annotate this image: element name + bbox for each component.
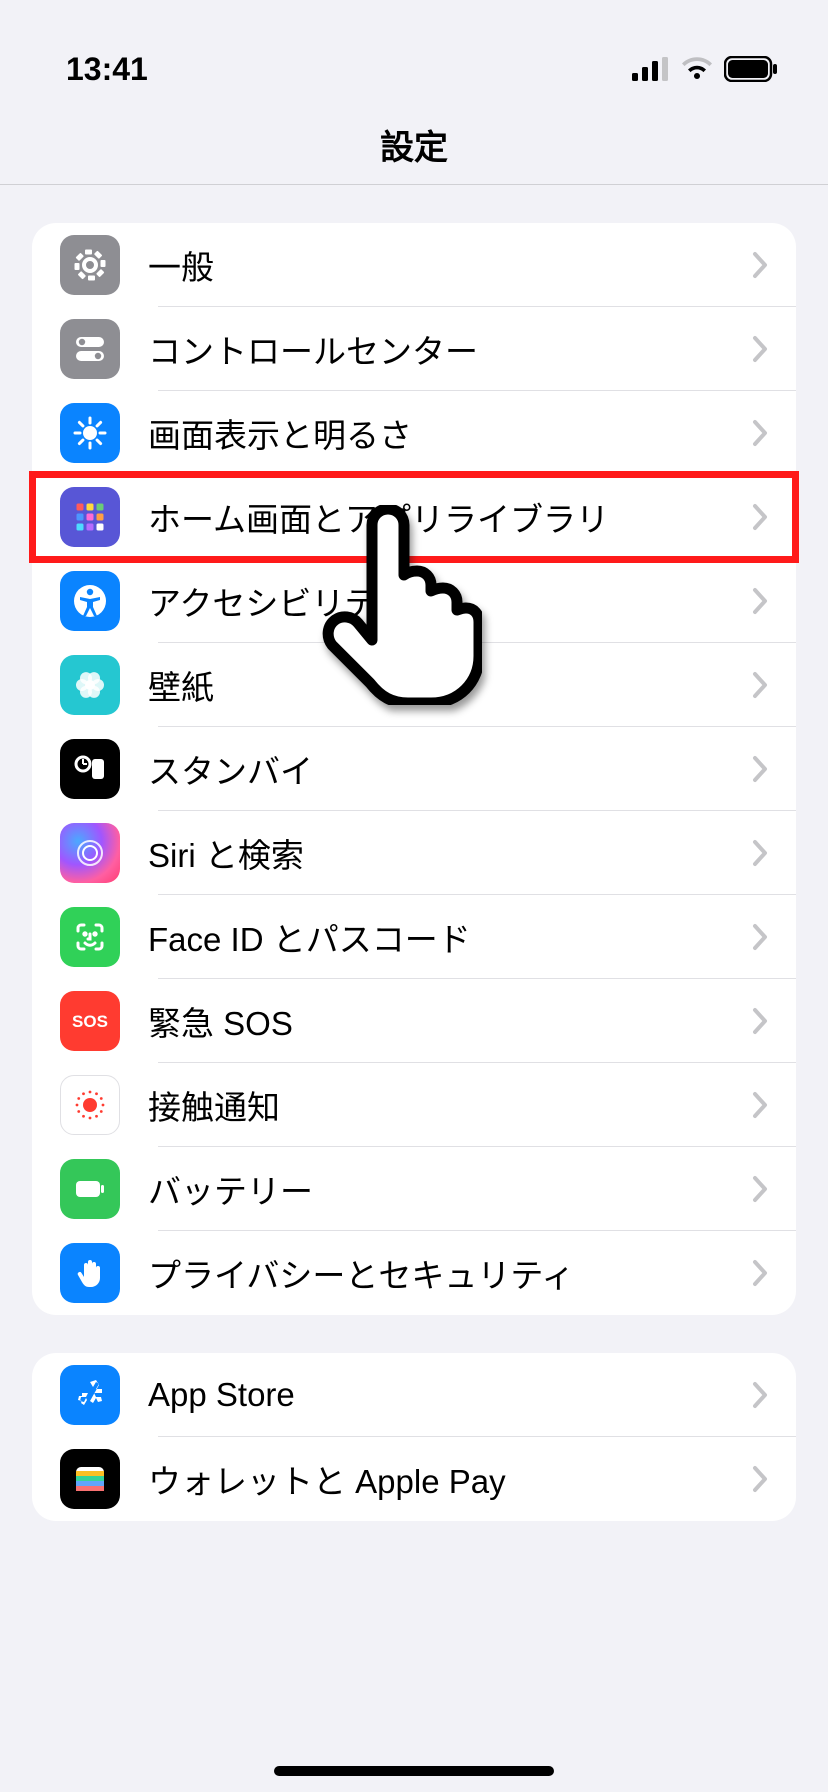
chevron-right-icon [752,251,768,279]
switches-icon [60,319,120,379]
chevron-right-icon [752,503,768,531]
apps-grid-icon [60,487,120,547]
settings-row-general[interactable]: 一般 [32,223,796,307]
settings-group: App Store ウォレットと Apple Pay [32,1353,796,1521]
settings-row-wallet-pay[interactable]: ウォレットと Apple Pay [32,1437,796,1521]
chevron-right-icon [752,839,768,867]
siri-icon [60,823,120,883]
row-label: Siri と検索 [148,829,752,877]
settings-row-control-center[interactable]: コントロールセンター [32,307,796,391]
nav-header: 設定 [0,104,828,185]
page-title: 設定 [380,120,448,169]
appstore-icon [60,1365,120,1425]
hand-icon [60,1243,120,1303]
accessibility-icon [60,571,120,631]
row-label: Face ID とパスコード [148,913,752,961]
chevron-right-icon [752,1259,768,1287]
sun-icon [60,403,120,463]
row-label: スタンバイ [148,745,752,793]
chevron-right-icon [752,1465,768,1493]
wifi-icon [680,57,714,81]
chevron-right-icon [752,923,768,951]
chevron-right-icon [752,755,768,783]
chevron-right-icon [752,671,768,699]
settings-row-privacy-security[interactable]: プライバシーとセキュリティ [32,1231,796,1315]
row-label: 接触通知 [148,1081,752,1129]
status-time: 13:41 [66,51,148,88]
settings-row-siri[interactable]: Siri と検索 [32,811,796,895]
standby-icon [60,739,120,799]
chevron-right-icon [752,1007,768,1035]
chevron-right-icon [752,1381,768,1409]
faceid-icon [60,907,120,967]
exposure-icon [60,1075,120,1135]
cellular-icon [632,57,670,81]
svg-text:SOS: SOS [72,1012,108,1031]
settings-row-app-store[interactable]: App Store [32,1353,796,1437]
row-label: バッテリー [148,1165,752,1213]
chevron-right-icon [752,1091,768,1119]
settings-row-emergency-sos[interactable]: SOS 緊急 SOS [32,979,796,1063]
row-label: 画面表示と明るさ [148,409,752,457]
settings-group: 一般コントロールセンター画面表示と明るさホーム画面とアプリライブラリアクセシビリ… [32,223,796,1315]
chevron-right-icon [752,587,768,615]
settings-row-battery[interactable]: バッテリー [32,1147,796,1231]
status-indicators [632,56,778,82]
sos-icon: SOS [60,991,120,1051]
status-bar: 13:41 [0,0,828,104]
row-label: App Store [148,1376,752,1414]
chevron-right-icon [752,419,768,447]
row-label: 緊急 SOS [148,997,752,1045]
home-indicator [274,1766,554,1776]
tap-pointer-icon [312,505,482,705]
chevron-right-icon [752,1175,768,1203]
row-label: コントロールセンター [148,325,752,373]
settings-row-standby[interactable]: スタンバイ [32,727,796,811]
battery-icon-status [724,56,778,82]
settings-list: 一般コントロールセンター画面表示と明るさホーム画面とアプリライブラリアクセシビリ… [0,223,828,1521]
settings-row-faceid-passcode[interactable]: Face ID とパスコード [32,895,796,979]
row-label: 一般 [148,241,752,289]
battery-icon [60,1159,120,1219]
flower-icon [60,655,120,715]
settings-row-exposure-notif[interactable]: 接触通知 [32,1063,796,1147]
settings-row-display-brightness[interactable]: 画面表示と明るさ [32,391,796,475]
row-label: ウォレットと Apple Pay [148,1455,752,1503]
gear-icon [60,235,120,295]
row-label: プライバシーとセキュリティ [148,1249,752,1297]
chevron-right-icon [752,335,768,363]
wallet-icon [60,1449,120,1509]
